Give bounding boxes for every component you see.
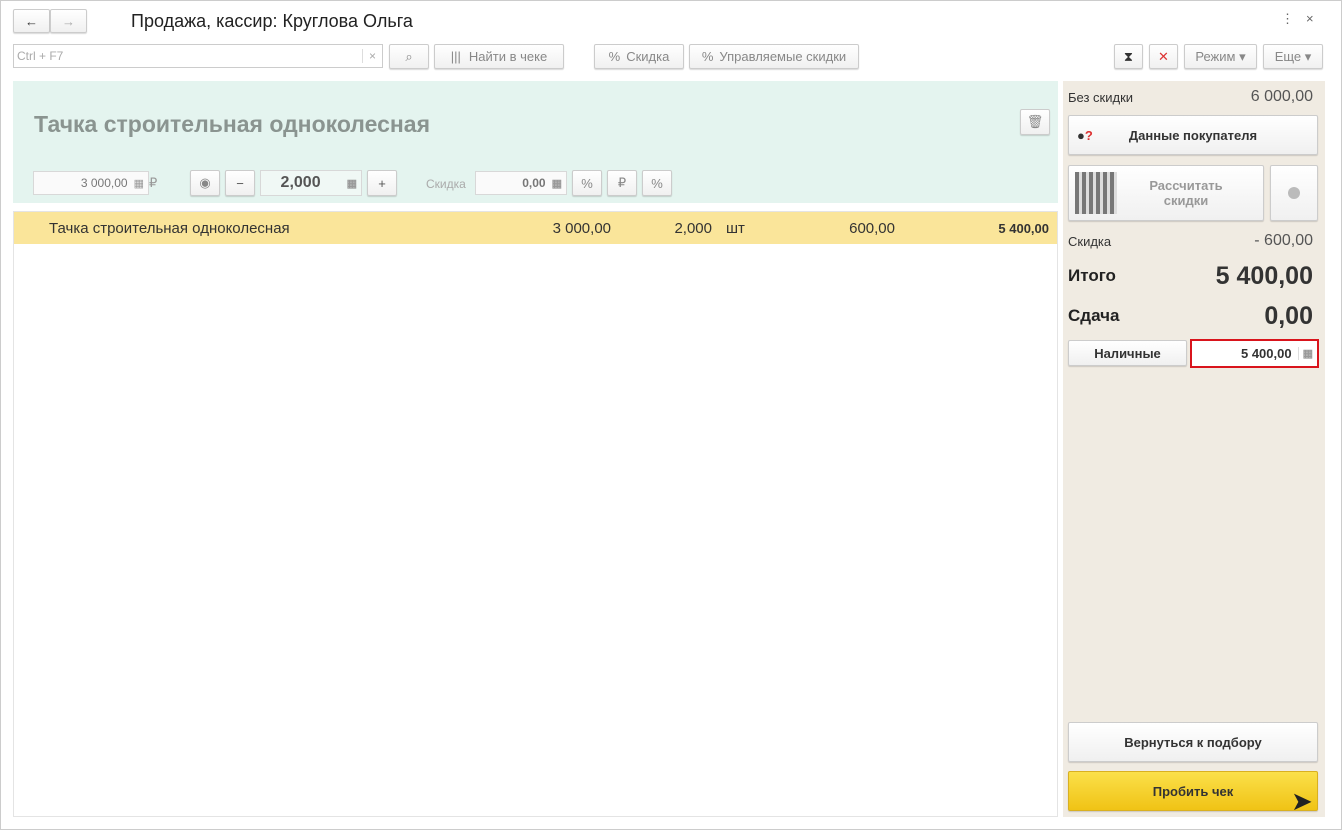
calculator-icon[interactable]: ▦ xyxy=(134,177,144,190)
search-button[interactable]: ⌕ xyxy=(389,44,429,69)
more-menu-icon[interactable]: ⋮ xyxy=(1281,11,1294,27)
total-label: Итого xyxy=(1068,266,1116,285)
customer-data-button[interactable]: ●? Данные покупателя xyxy=(1068,115,1318,155)
more-label: Еще xyxy=(1274,49,1302,64)
quantity-value: 2,000 xyxy=(280,174,321,191)
forward-button[interactable]: → xyxy=(50,9,87,33)
calculator-icon[interactable]: ▦ xyxy=(347,177,357,190)
change-label: Сдача xyxy=(1068,306,1120,325)
calculator-icon[interactable]: ▦ xyxy=(552,177,562,190)
item-panel: Тачка строительная одноколесная 🗑 3 000,… xyxy=(13,81,1058,203)
discount-label: Скидка xyxy=(426,177,466,191)
currency-label: ₽ xyxy=(149,175,158,190)
item-name: Тачка строительная одноколесная xyxy=(34,111,430,137)
managed-discounts-button[interactable]: % Управляемые скидки xyxy=(689,44,859,69)
status-button[interactable] xyxy=(1270,165,1318,221)
cash-button[interactable]: Наличные xyxy=(1068,340,1187,366)
discount-label: Скидка xyxy=(626,49,670,64)
managed-label: Управляемые скидки xyxy=(719,49,847,64)
barcode-icon: ||| xyxy=(450,49,461,64)
back-to-selection-button[interactable]: Вернуться к подбору xyxy=(1068,722,1318,762)
receipt-table: Тачка строительная одноколесная 3 000,00… xyxy=(13,211,1058,817)
no-discount-label: Без скидки xyxy=(1068,90,1134,105)
percent-icon: % xyxy=(701,49,714,64)
minus-button[interactable]: − xyxy=(225,170,255,196)
back-label: Вернуться к подбору xyxy=(1124,734,1262,750)
clear-icon[interactable]: × xyxy=(361,49,382,63)
summary-panel: Без скидки 6 000,00 ●? Данные покупателя … xyxy=(1063,81,1325,817)
row-unit: шт xyxy=(726,220,745,237)
discount-value: 0,00 xyxy=(522,176,546,190)
row-discount: 600,00 xyxy=(849,220,895,237)
find-label: Найти в чеке xyxy=(468,49,548,64)
cash-label: Наличные xyxy=(1094,345,1161,361)
cash-amount-input[interactable]: 5 400,00 ▦ xyxy=(1190,339,1319,368)
customer-label: Данные покупателя xyxy=(1128,127,1258,143)
calculate-label: Рассчитать скидки xyxy=(1149,178,1223,208)
row-sum: 5 400,00 xyxy=(998,221,1049,236)
calculate-discounts-button[interactable]: Рассчитать скидки xyxy=(1068,165,1264,221)
back-button[interactable]: ← xyxy=(13,9,50,33)
discount-button[interactable]: % Скидка xyxy=(594,44,684,69)
ruble-button[interactable]: ₽ xyxy=(607,170,637,196)
close-icon[interactable]: × xyxy=(1306,11,1314,26)
cancel-button[interactable]: ✕ xyxy=(1149,44,1178,69)
page-title: Продажа, кассир: Круглова Ольга xyxy=(131,11,413,31)
cursor-icon: ➤ xyxy=(1291,786,1313,816)
percent-button[interactable]: % xyxy=(572,170,602,196)
table-row[interactable]: Тачка строительная одноколесная 3 000,00… xyxy=(14,212,1057,244)
discount-summary-label: Скидка xyxy=(1068,234,1112,249)
quantity-field[interactable]: 2,000 ▦ xyxy=(260,170,362,196)
row-qty: 2,000 xyxy=(674,220,712,237)
search-placeholder: Ctrl + F7 xyxy=(17,49,64,63)
find-in-receipt-button[interactable]: ||| Найти в чеке xyxy=(434,44,564,69)
calculator-icon[interactable]: ▦ xyxy=(1297,347,1313,360)
row-name: Тачка строительная одноколесная xyxy=(49,220,290,237)
row-price: 3 000,00 xyxy=(552,220,611,237)
percent-button-2[interactable]: % xyxy=(642,170,672,196)
no-discount-value: 6 000,00 xyxy=(1250,88,1313,105)
discount-field[interactable]: 0,00 ▦ xyxy=(475,171,567,195)
qr-code-icon xyxy=(1075,172,1117,214)
more-button[interactable]: Еще ▾ xyxy=(1263,44,1323,69)
print-receipt-button[interactable]: Пробить чек xyxy=(1068,771,1318,811)
delete-icon[interactable]: 🗑 xyxy=(1020,109,1050,135)
price-field[interactable]: 3 000,00 ▦ xyxy=(33,171,149,195)
hourglass-button[interactable]: ⧗ xyxy=(1114,44,1143,69)
price-value: 3 000,00 xyxy=(80,176,128,190)
eye-button[interactable]: ◉ xyxy=(190,170,220,196)
plus-button[interactable]: + xyxy=(367,170,397,196)
change-value: 0,00 xyxy=(1264,302,1313,330)
print-label: Пробить чек xyxy=(1152,783,1234,799)
percent-icon: % xyxy=(608,49,621,64)
cash-amount-value: 5 400,00 xyxy=(1240,346,1292,361)
mode-button[interactable]: Режим ▾ xyxy=(1184,44,1257,69)
status-dot-icon xyxy=(1288,187,1300,199)
user-question-icon: ●? xyxy=(1077,127,1093,143)
search-input[interactable]: Ctrl + F7 × xyxy=(13,44,383,68)
discount-summary-value: - 600,00 xyxy=(1254,232,1313,249)
mode-label: Режим xyxy=(1195,49,1236,64)
total-value: 5 400,00 xyxy=(1215,262,1313,290)
